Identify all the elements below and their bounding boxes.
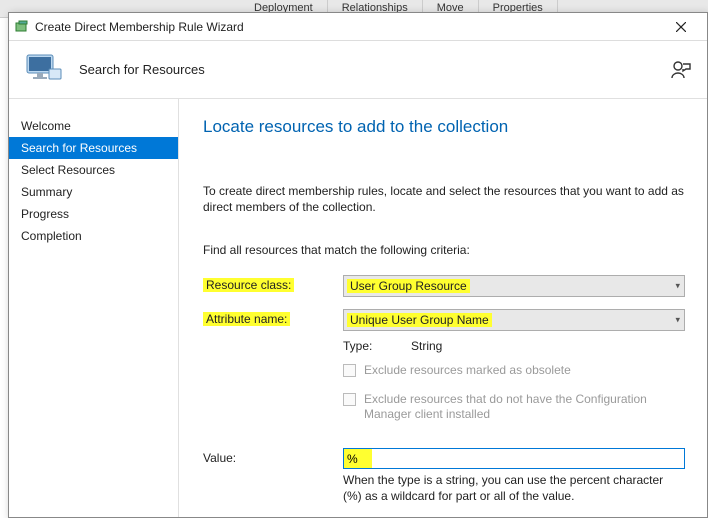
monitor-icon <box>23 49 65 91</box>
nav-progress[interactable]: Progress <box>9 203 178 225</box>
criteria-label: Find all resources that match the follow… <box>203 243 685 257</box>
exclude-noclient-checkbox: Exclude resources that do not have the C… <box>343 392 685 422</box>
attribute-name-label: Attribute name: <box>203 312 290 326</box>
type-label: Type: <box>343 339 411 353</box>
value-input[interactable] <box>343 448 685 469</box>
dialog-title: Create Direct Membership Rule Wizard <box>35 20 244 34</box>
checkbox-icon <box>343 364 356 377</box>
wizard-title-icon <box>15 20 29 34</box>
close-button[interactable] <box>661 15 701 39</box>
exclude-noclient-label: Exclude resources that do not have the C… <box>364 392 685 422</box>
exclude-obsolete-checkbox: Exclude resources marked as obsolete <box>343 363 685 378</box>
resource-class-value: User Group Resource <box>347 279 470 293</box>
chevron-down-icon: ▾ <box>675 281 680 292</box>
wizard-dialog: Create Direct Membership Rule Wizard Sea… <box>8 12 708 518</box>
resource-class-select[interactable]: User Group Resource ▾ <box>343 275 685 297</box>
nav-completion[interactable]: Completion <box>9 225 178 247</box>
dialog-titlebar: Create Direct Membership Rule Wizard <box>9 13 707 41</box>
value-label: Value: <box>203 448 343 504</box>
chevron-down-icon: ▾ <box>675 315 680 326</box>
value-hint: When the type is a string, you can use t… <box>343 473 685 504</box>
checkbox-icon <box>343 393 356 406</box>
nav-select-resources[interactable]: Select Resources <box>9 159 178 181</box>
header-title: Search for Resources <box>79 62 669 77</box>
feedback-icon[interactable] <box>669 58 693 82</box>
attribute-name-select[interactable]: Unique User Group Name ▾ <box>343 309 685 331</box>
dialog-header: Search for Resources <box>9 41 707 99</box>
page-description: To create direct membership rules, locat… <box>203 183 685 215</box>
resource-class-label: Resource class: <box>203 278 294 292</box>
wizard-nav: Welcome Search for Resources Select Reso… <box>9 99 179 517</box>
wizard-content: Locate resources to add to the collectio… <box>179 99 707 517</box>
exclude-obsolete-label: Exclude resources marked as obsolete <box>364 363 571 378</box>
type-value: String <box>411 339 442 353</box>
nav-search-resources[interactable]: Search for Resources <box>9 137 178 159</box>
nav-welcome[interactable]: Welcome <box>9 115 178 137</box>
nav-summary[interactable]: Summary <box>9 181 178 203</box>
page-heading: Locate resources to add to the collectio… <box>203 117 685 137</box>
attribute-name-value: Unique User Group Name <box>347 313 492 327</box>
